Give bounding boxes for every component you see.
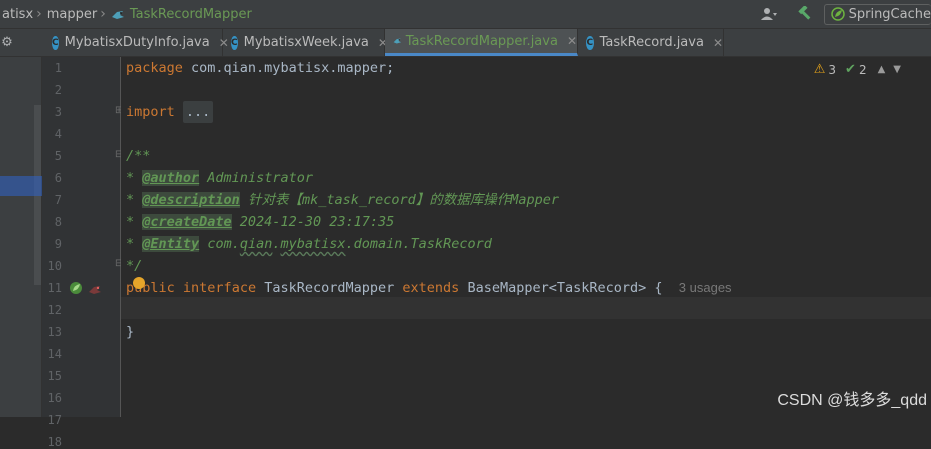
line-number: 11 [47,281,62,295]
user-icon[interactable] [754,3,784,25]
mapper-navigation-icon[interactable] [87,281,103,294]
warning-count: 3 [828,62,837,77]
line-number: 10 [47,259,62,273]
project-tool-strip [0,57,42,417]
line-number: 2 [54,83,62,97]
class-icon: C [231,35,238,50]
line-number: 7 [54,193,62,207]
watermark: CSDN @钱多多_qdd [777,392,927,409]
current-line-highlight [121,297,931,319]
line-number: 5 [54,149,62,163]
code-line-11: */ [126,258,143,274]
close-icon[interactable]: ✕ [567,34,577,48]
selected-project-item[interactable] [0,176,42,196]
line-number: 12 [47,303,62,317]
tab-mybatisx-duty-info[interactable]: C MybatisxDutyInfo.java ✕ [44,29,229,56]
tab-label: MybatisxDutyInfo.java [64,35,210,50]
code-line-3: import ... [126,101,214,123]
warning-icon: ⚠ [813,62,826,77]
tab-label: MybatisxWeek.java [243,35,369,50]
mapper-bird-icon [393,38,402,44]
mapper-bird-icon [111,11,124,19]
folded-imports[interactable]: ... [182,101,214,123]
line-number: 17 [47,413,62,427]
gear-icon[interactable]: ⚙ [0,29,14,56]
line-number: 15 [47,369,62,383]
navigation-bar: atisx › mapper › TaskRecordMapper Spring… [0,0,931,29]
run-configuration-select[interactable]: SpringCache [823,3,931,25]
lightbulb-icon[interactable] [133,277,145,289]
build-hammer-icon[interactable] [790,3,818,25]
line-number: 14 [47,347,62,361]
code-line-8: * @description 针对表【mk_task_record】的数据库操作… [126,192,559,208]
line-number: 16 [47,391,62,405]
editor-tabs: ⚙ C MybatisxDutyInfo.java ✕ C MybatisxWe… [0,29,931,57]
chevron-down-icon[interactable]: ▼ [893,64,901,75]
run-configuration-label: SpringCache [848,6,931,22]
chevron-right-icon: › [100,6,106,22]
spring-leaf-icon [830,7,845,21]
close-icon[interactable]: ✕ [713,36,723,50]
chevron-right-icon: › [36,6,42,22]
spring-bean-icon[interactable] [69,280,83,294]
line-number: 13 [47,325,62,339]
tab-label: TaskRecordMapper.java [405,33,558,49]
breadcrumb-package[interactable]: mapper [45,7,99,22]
line-number: 9 [54,237,62,251]
class-icon: C [52,35,59,50]
code-line-7: * @author Administrator [126,170,313,186]
line-number: 18 [47,435,62,449]
line-number: 1 [54,61,62,75]
chevron-up-icon[interactable]: ▲ [878,64,886,75]
tab-task-record[interactable]: C TaskRecord.java ✕ [578,29,724,56]
line-number: 4 [54,127,62,141]
breadcrumb-file[interactable]: TaskRecordMapper [128,7,254,22]
line-number: 6 [54,171,62,185]
breadcrumb-module[interactable]: atisx [0,7,35,22]
tab-label: TaskRecord.java [599,35,704,50]
code-line-9: * @createDate 2024-12-30 23:17:35 [126,214,395,230]
line-number: 8 [54,215,62,229]
inspection-widget[interactable]: ⚠ 3 ✔ 2 ▲ ▼ [814,62,901,77]
code-line-6: /** [126,148,151,164]
weak-warning-count: 2 [858,62,867,77]
breadcrumb: atisx › mapper › TaskRecordMapper [0,0,254,28]
code-line-12: public interface TaskRecordMapper extend… [126,280,732,296]
check-icon: ✔ [845,62,856,77]
usages-hint[interactable]: 3 usages [679,280,732,295]
class-icon: C [586,35,594,50]
tab-mybatisx-week[interactable]: C MybatisxWeek.java ✕ [223,29,388,56]
line-number: 3 [54,105,62,119]
code-line-1: package com.qian.mybatisx.mapper; [126,60,395,76]
code-line-10: * @Entity com.qian.mybatisx.domain.TaskR… [126,236,492,252]
tab-task-record-mapper[interactable]: TaskRecordMapper.java ✕ [385,29,578,56]
code-line-14: } [126,324,135,340]
